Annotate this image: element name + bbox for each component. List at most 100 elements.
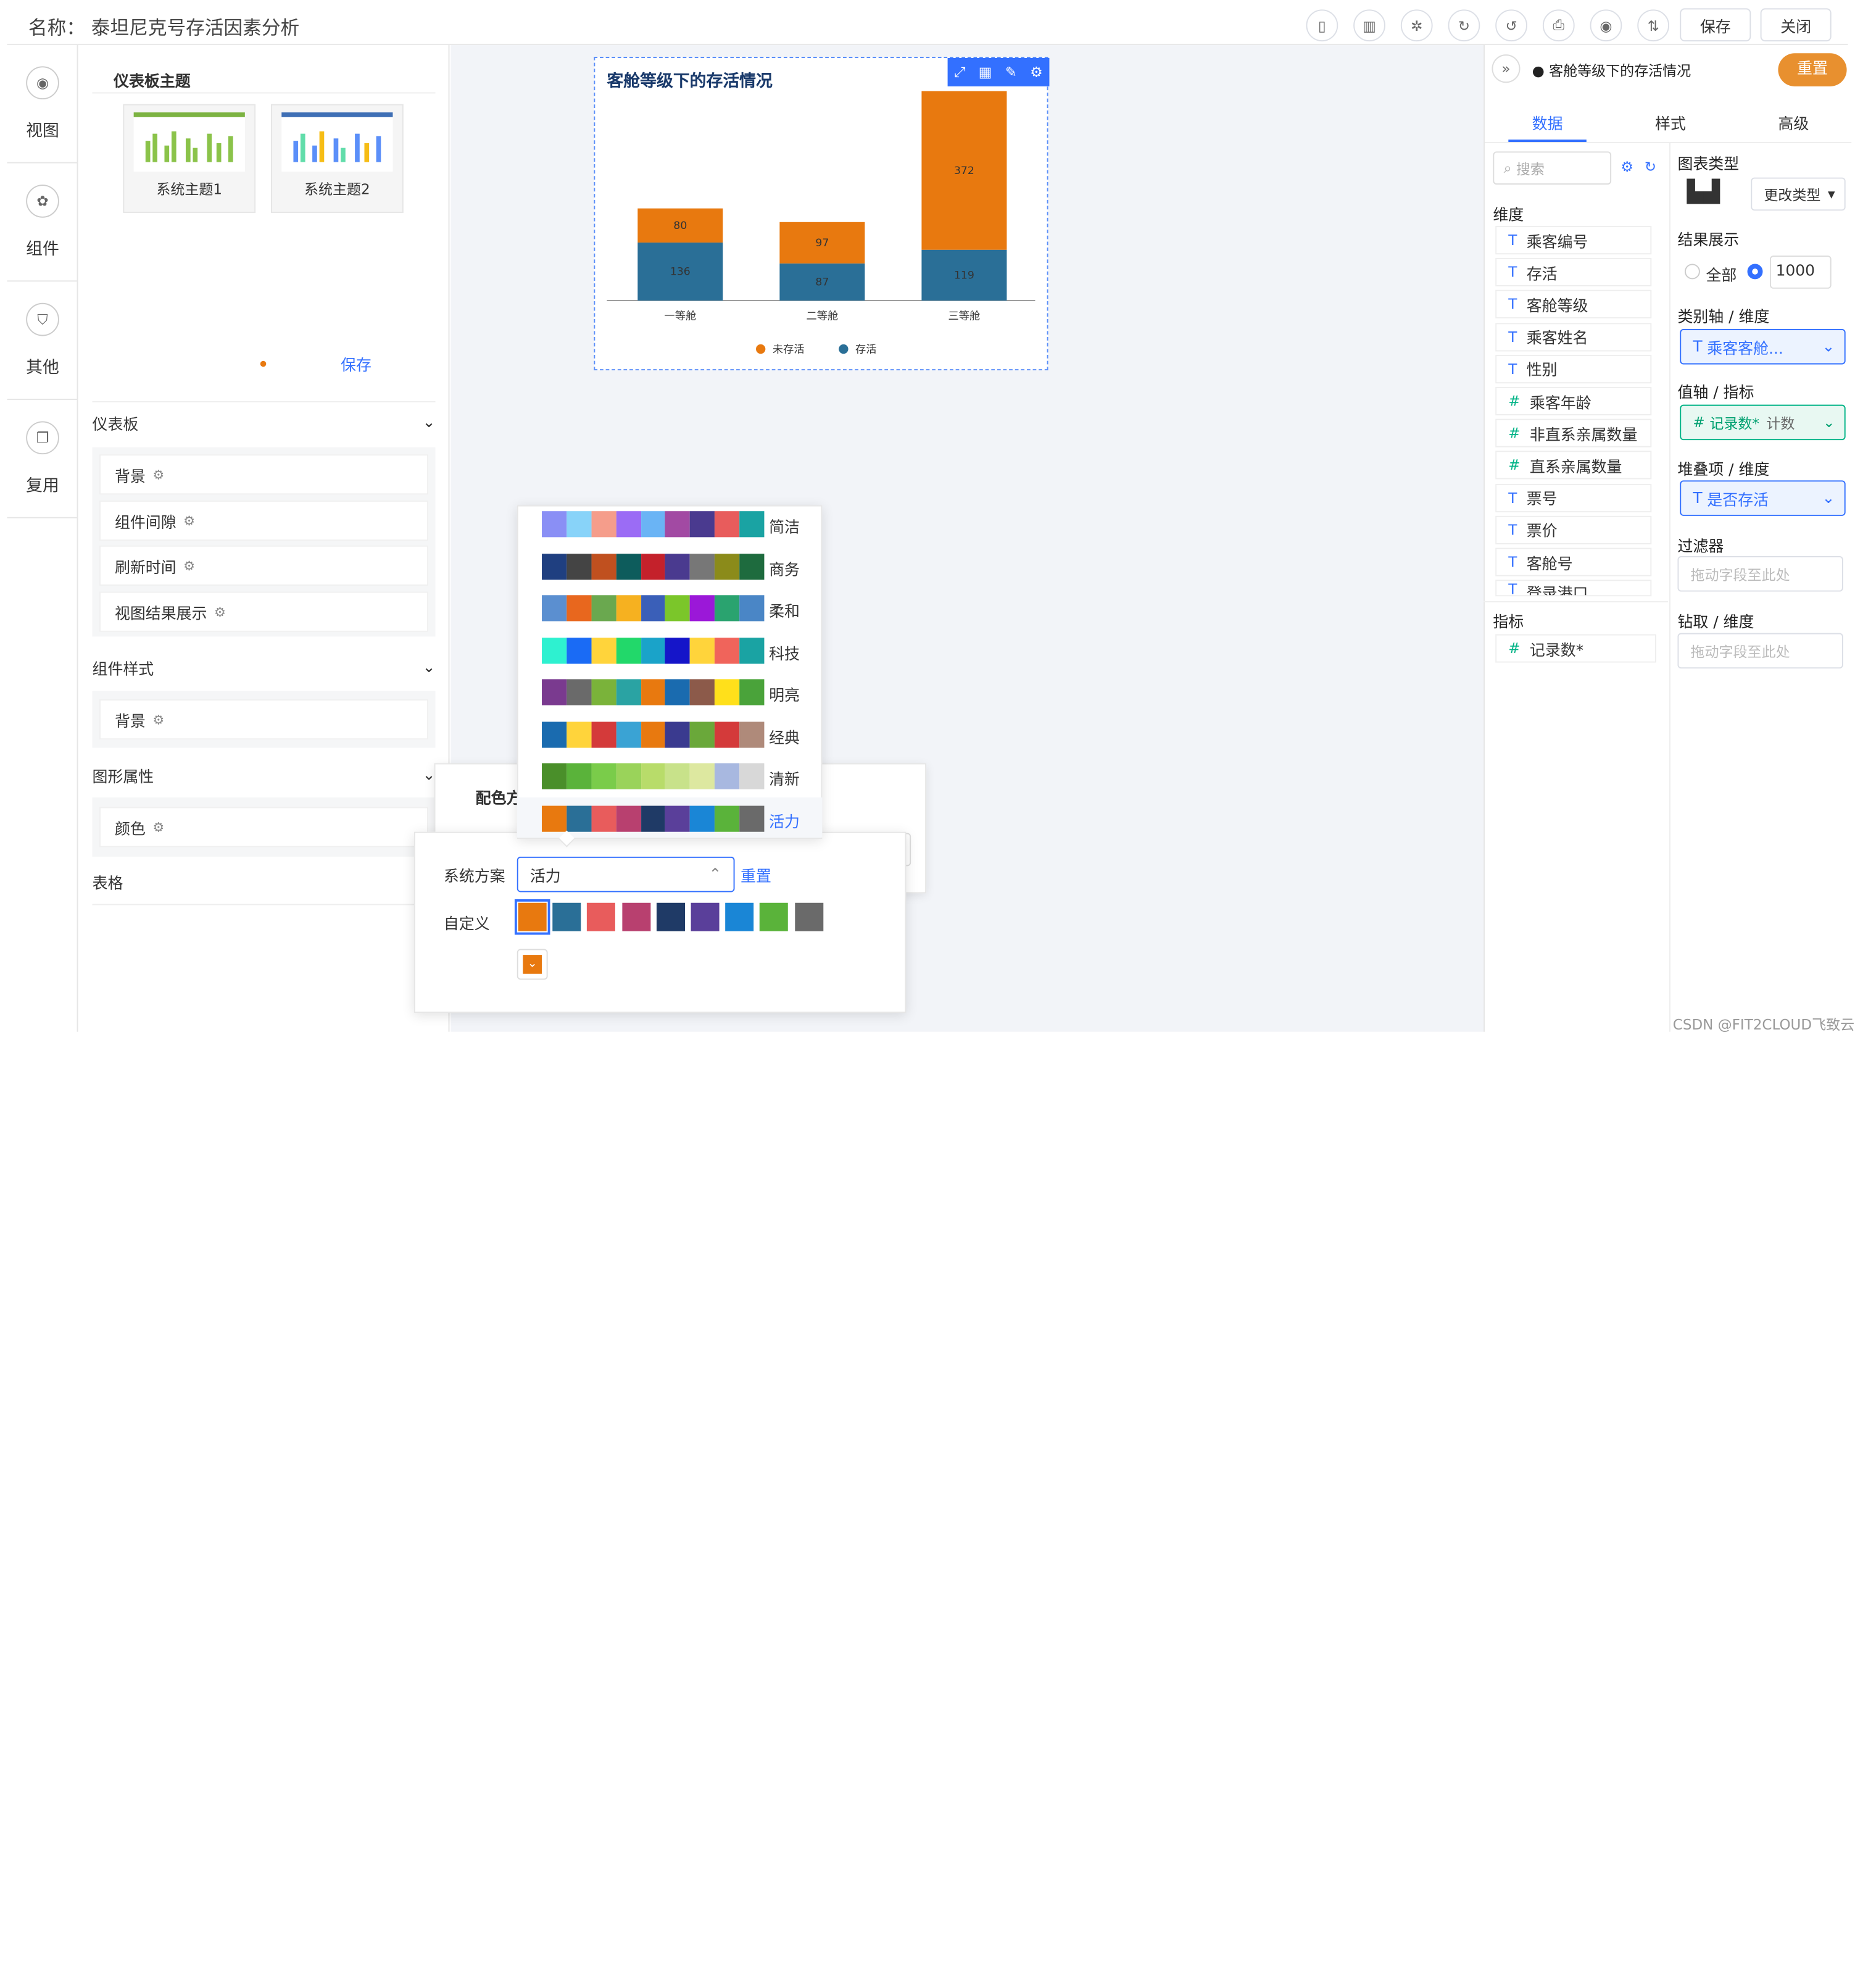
- color-swatch: [616, 679, 641, 705]
- gear-icon[interactable]: ⚙: [1621, 159, 1633, 175]
- field-item[interactable]: # 非直系亲属数量: [1495, 419, 1652, 448]
- nav-component[interactable]: ✿ 组件: [7, 164, 78, 282]
- category-axis-field[interactable]: T 乘客客舱... ⌄: [1680, 328, 1846, 365]
- custom-color-swatch[interactable]: [587, 902, 616, 931]
- export-icon[interactable]: ⎙: [1542, 9, 1575, 42]
- field-item[interactable]: T 登录港口: [1495, 580, 1652, 597]
- text-type-icon: T: [1693, 489, 1703, 507]
- section-dashboard[interactable]: 仪表板 ⌄: [93, 402, 436, 443]
- gear-icon[interactable]: ⚙: [214, 604, 226, 620]
- nav-reuse[interactable]: ❐ 复用: [7, 400, 78, 518]
- custom-color-swatch[interactable]: [691, 902, 720, 931]
- prop-label: 视图结果展示: [114, 605, 207, 623]
- gear-icon[interactable]: ⚙: [152, 820, 164, 835]
- field-item[interactable]: T 存活: [1495, 258, 1652, 287]
- save-button[interactable]: 保存: [1680, 8, 1751, 42]
- gear-icon[interactable]: ⚙: [183, 513, 195, 528]
- reset-link[interactable]: 重置: [741, 863, 771, 886]
- prop-refresh[interactable]: 刷新时间 ⚙: [99, 545, 428, 586]
- magic-icon[interactable]: ✲: [1400, 9, 1433, 42]
- save-theme-link[interactable]: 保存: [341, 352, 371, 375]
- gear-icon[interactable]: ⚙: [152, 712, 164, 727]
- color-swatch: [616, 805, 641, 831]
- scheme-option[interactable]: [542, 763, 765, 789]
- text-type-icon: T: [1508, 581, 1517, 597]
- search-input[interactable]: ⌕ 搜索: [1493, 151, 1612, 185]
- custom-color-swatch[interactable]: [794, 902, 823, 931]
- reset-button[interactable]: 重置: [1778, 53, 1847, 86]
- radio-all[interactable]: [1684, 264, 1700, 280]
- section-component-style[interactable]: 组件样式 ⌄: [93, 647, 436, 688]
- field-item[interactable]: T 乘客编号: [1495, 226, 1652, 255]
- scheme-option[interactable]: [542, 805, 765, 831]
- field-item[interactable]: T 客舱号: [1495, 547, 1652, 576]
- prop-result[interactable]: 视图结果展示 ⚙: [99, 591, 428, 632]
- field-item[interactable]: # 直系亲属数量: [1495, 451, 1652, 480]
- ruler-icon[interactable]: ▥: [1353, 9, 1385, 42]
- custom-color-swatch[interactable]: [760, 902, 789, 931]
- field-label: 是否存活: [1707, 491, 1769, 510]
- color-swatch: [566, 763, 592, 789]
- stack-field[interactable]: T 是否存活 ⌄: [1680, 480, 1846, 516]
- value-axis-field[interactable]: # 记录数* 计数 ⌄: [1680, 404, 1846, 441]
- change-type-select[interactable]: 更改类型 ▾: [1751, 177, 1846, 211]
- scheme-option[interactable]: [542, 595, 765, 622]
- field-item[interactable]: T 性别: [1495, 354, 1652, 383]
- drill-dropzone[interactable]: 拖动字段至此处: [1677, 633, 1843, 669]
- scheme-option[interactable]: [542, 721, 765, 747]
- preview-icon[interactable]: ◉: [1590, 9, 1622, 42]
- theme-card-2[interactable]: 系统主题2: [271, 104, 404, 214]
- prop-color[interactable]: 颜色 ⚙: [99, 807, 428, 847]
- tab-style[interactable]: 样式: [1655, 111, 1686, 147]
- refresh-icon[interactable]: ↻: [1448, 9, 1480, 42]
- dimension-title: 维度: [1493, 207, 1524, 225]
- filter-dropzone[interactable]: 拖动字段至此处: [1677, 556, 1843, 592]
- custom-color-swatch[interactable]: [621, 902, 650, 931]
- gear-icon[interactable]: ⚙: [183, 558, 195, 573]
- scheme-option[interactable]: [542, 553, 765, 580]
- prop-comp-background[interactable]: 背景 ⚙: [99, 699, 428, 740]
- section-table[interactable]: 表格: [93, 862, 436, 902]
- compare-icon[interactable]: ⇅: [1637, 9, 1670, 42]
- radio-limit[interactable]: [1747, 264, 1763, 280]
- chart-widget[interactable]: 客舱等级下的存活情况 ⤢ ▦ ✎ ⚙ 136 80 一等舱 87 97 二等舱 119 372 三等舱…: [594, 57, 1050, 371]
- close-button[interactable]: 关闭: [1760, 8, 1832, 42]
- legend-label[interactable]: 存活: [855, 343, 877, 356]
- legend-marker[interactable]: [839, 344, 849, 354]
- gear-icon[interactable]: ⚙: [152, 467, 164, 482]
- nav-view[interactable]: ◉ 视图: [7, 45, 78, 164]
- field-item[interactable]: T 票号: [1495, 483, 1652, 512]
- legend-marker[interactable]: [756, 344, 766, 354]
- scheme-option[interactable]: [542, 511, 765, 538]
- color-swatch: [641, 637, 666, 663]
- color-picker-trigger[interactable]: ⌄: [517, 949, 548, 980]
- color-swatch: [715, 595, 740, 622]
- custom-color-swatch[interactable]: [552, 902, 581, 931]
- refresh-icon[interactable]: ↻: [1645, 159, 1656, 175]
- system-scheme-select[interactable]: 活力 ⌃: [517, 856, 735, 892]
- nav-other[interactable]: ⛉ 其他: [7, 281, 78, 400]
- custom-color-swatch[interactable]: [725, 902, 754, 931]
- unsaved-dot: [260, 360, 267, 367]
- section-graphic[interactable]: 图形属性 ⌄: [93, 755, 436, 795]
- gear-icon: ✿: [26, 185, 59, 218]
- field-item[interactable]: # 乘客年龄: [1495, 386, 1652, 415]
- prop-gap[interactable]: 组件间隙 ⚙: [99, 500, 428, 541]
- theme-card-1[interactable]: 系统主题1: [123, 104, 256, 214]
- stacked-bar-icon[interactable]: ▙▟: [1687, 180, 1720, 204]
- prop-background[interactable]: 背景 ⚙: [99, 454, 428, 495]
- scheme-option[interactable]: [542, 637, 765, 663]
- field-metric[interactable]: # 记录数*: [1495, 634, 1656, 663]
- result-count-input[interactable]: 1000: [1769, 256, 1832, 289]
- field-item[interactable]: T 乘客姓名: [1495, 322, 1652, 351]
- field-item[interactable]: T 客舱等级: [1495, 290, 1652, 319]
- field-item[interactable]: T 票价: [1495, 515, 1652, 544]
- custom-color-swatch[interactable]: [514, 899, 550, 935]
- scheme-option[interactable]: [542, 679, 765, 705]
- undo-icon[interactable]: ↺: [1495, 9, 1527, 42]
- tab-advanced[interactable]: 高级: [1778, 111, 1809, 147]
- mobile-icon[interactable]: ▯: [1306, 9, 1338, 42]
- legend-label[interactable]: 未存活: [773, 343, 805, 356]
- custom-color-swatch[interactable]: [656, 902, 685, 931]
- collapse-icon[interactable]: »: [1492, 54, 1521, 83]
